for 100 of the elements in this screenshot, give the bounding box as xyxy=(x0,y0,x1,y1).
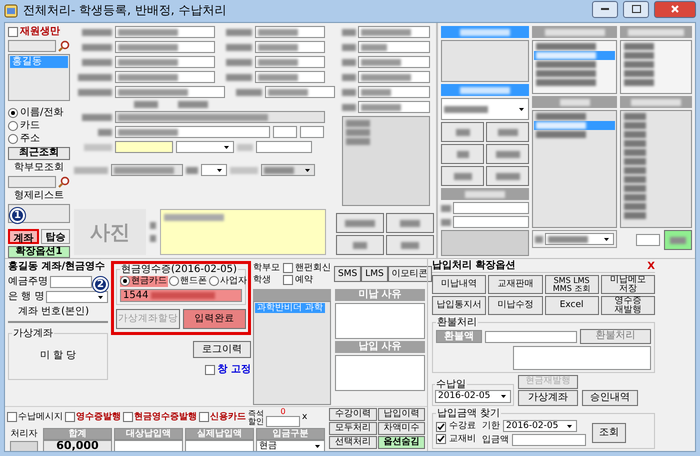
action-button[interactable]: 옵션숨김 xyxy=(378,436,425,449)
message-button[interactable]: LMS xyxy=(361,266,388,282)
option-button[interactable]: 미납내역 xyxy=(432,275,486,294)
panel-button[interactable] xyxy=(441,122,484,142)
checkbox[interactable] xyxy=(199,412,209,422)
checkbox[interactable] xyxy=(204,365,215,376)
text-area[interactable] xyxy=(335,302,425,339)
text-area[interactable] xyxy=(513,346,651,370)
maximize-button[interactable] xyxy=(623,0,649,18)
input-field[interactable] xyxy=(358,71,430,83)
panel-button[interactable] xyxy=(486,166,529,186)
checkbox[interactable] xyxy=(283,263,293,274)
option-button[interactable]: 미납수정 xyxy=(488,296,542,315)
text-area[interactable] xyxy=(335,354,425,391)
search-icon[interactable] xyxy=(58,40,70,52)
panel-button[interactable] xyxy=(441,144,484,164)
input-field[interactable] xyxy=(115,71,215,83)
search-button[interactable]: 조회 xyxy=(592,423,626,443)
input-field[interactable] xyxy=(358,26,430,38)
radio-button[interactable] xyxy=(8,121,18,132)
form-button[interactable] xyxy=(336,235,384,255)
input-field[interactable] xyxy=(266,416,300,427)
input-field[interactable] xyxy=(115,86,225,98)
input-field[interactable] xyxy=(115,111,325,123)
radio-button[interactable] xyxy=(8,108,18,118)
option-button[interactable]: 영수증 재발행 xyxy=(600,296,655,315)
search-field[interactable] xyxy=(8,40,56,52)
action-button[interactable]: 수강이력 xyxy=(329,408,376,421)
option-button[interactable]: SMS LMS MMS 조회 xyxy=(544,275,599,294)
message-button[interactable]: SMS xyxy=(334,266,362,282)
approval-button[interactable]: 승인내역 xyxy=(582,390,638,406)
radio-button[interactable] xyxy=(8,134,18,144)
form-button[interactable] xyxy=(386,213,434,233)
option-button[interactable]: 납입통지서 xyxy=(432,296,486,315)
panel-button[interactable] xyxy=(486,144,529,164)
input-field[interactable] xyxy=(453,216,529,228)
input-field[interactable] xyxy=(512,434,586,446)
input-field[interactable] xyxy=(358,56,430,68)
form-button[interactable] xyxy=(336,213,384,233)
message-button[interactable]: 이모티콘 xyxy=(388,266,432,282)
dropdown[interactable]: 2016-02-05 xyxy=(503,420,577,432)
input-field[interactable] xyxy=(265,86,335,98)
input-field[interactable] xyxy=(636,234,660,246)
input-field[interactable] xyxy=(115,141,173,153)
close-button[interactable] xyxy=(654,0,696,18)
panel-button[interactable] xyxy=(441,166,484,186)
dropdown[interactable]: 2016-02-05 xyxy=(435,390,511,403)
input-field[interactable] xyxy=(255,56,325,68)
input-field[interactable] xyxy=(273,126,297,138)
virtual-account-button[interactable]: 가상계좌 xyxy=(518,390,578,406)
input-field[interactable] xyxy=(358,86,430,98)
input-field[interactable] xyxy=(111,164,183,176)
search-icon[interactable] xyxy=(58,176,70,188)
input-field[interactable] xyxy=(256,141,312,153)
action-button[interactable]: 모두처리 xyxy=(329,422,376,435)
action-button[interactable]: 입력완료 xyxy=(183,309,246,330)
action-button[interactable]: 차액미수 xyxy=(378,422,425,435)
input-field[interactable] xyxy=(115,56,215,68)
checkbox[interactable] xyxy=(7,412,17,422)
input-field[interactable] xyxy=(115,41,215,53)
search-field[interactable] xyxy=(8,176,56,188)
input-field[interactable] xyxy=(115,126,270,138)
option-button[interactable]: 교재판매 xyxy=(488,275,542,294)
input-field[interactable] xyxy=(485,330,577,342)
tab[interactable]: 계좌 xyxy=(8,228,39,244)
recent-button[interactable]: 최근조회 xyxy=(8,147,70,160)
input-field[interactable] xyxy=(300,126,324,138)
refund-button[interactable]: 환불처리 xyxy=(580,329,651,344)
radio-button[interactable] xyxy=(209,276,219,286)
dropdown[interactable] xyxy=(201,164,227,176)
option-button[interactable]: Excel xyxy=(544,296,599,315)
action-button[interactable]: 선택처리 xyxy=(329,436,376,449)
checkbox[interactable] xyxy=(8,27,18,37)
action-button[interactable]: 납입이력 xyxy=(378,408,425,421)
input-field[interactable] xyxy=(50,276,92,288)
checkbox[interactable] xyxy=(283,275,293,286)
input-field[interactable] xyxy=(358,101,430,113)
panel-button[interactable] xyxy=(486,122,529,142)
checkbox[interactable] xyxy=(436,422,446,432)
radio-button[interactable] xyxy=(120,276,130,286)
checkbox[interactable] xyxy=(436,434,446,444)
checkbox[interactable] xyxy=(123,412,133,422)
input-field[interactable] xyxy=(358,41,430,53)
radio-button[interactable] xyxy=(169,276,179,286)
option-button[interactable]: 미납메모 저장 xyxy=(600,275,655,294)
input-field[interactable] xyxy=(255,71,325,83)
dropdown[interactable] xyxy=(46,291,108,303)
input-field[interactable] xyxy=(115,26,215,38)
option-button[interactable]: 확장옵션1 xyxy=(8,246,70,258)
input-field[interactable] xyxy=(453,202,529,214)
input-field[interactable] xyxy=(255,41,325,53)
input-field[interactable] xyxy=(255,26,325,38)
memo-area[interactable] xyxy=(160,209,326,255)
form-button[interactable] xyxy=(386,235,434,255)
panel-button[interactable] xyxy=(664,230,692,250)
checkbox[interactable] xyxy=(65,412,75,422)
close-button[interactable]: X xyxy=(647,260,655,272)
log-button[interactable]: 로그이력 xyxy=(193,341,251,358)
dropdown[interactable]: 현금 xyxy=(256,440,325,451)
minimize-button[interactable] xyxy=(592,0,618,18)
